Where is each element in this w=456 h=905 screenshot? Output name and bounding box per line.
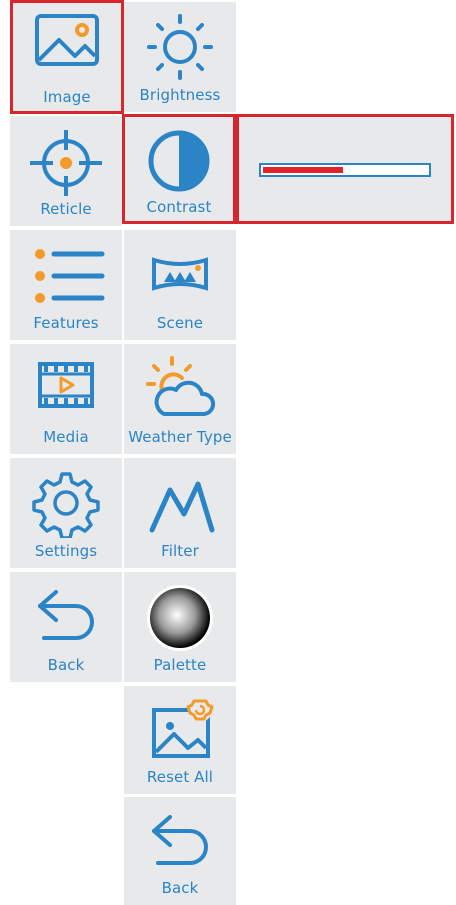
film-icon: [38, 362, 94, 408]
menu-item-contrast[interactable]: Contrast: [122, 114, 236, 224]
menu-item-features[interactable]: Features: [10, 230, 122, 340]
reset-image-icon: [152, 698, 214, 758]
menu-item-filter[interactable]: Filter: [124, 458, 236, 568]
menu-item-label: Weather Type: [128, 428, 232, 446]
weather-icon: [146, 356, 215, 416]
menu-item-palette[interactable]: Palette: [124, 572, 236, 682]
menu-item-brightness[interactable]: Brightness: [124, 2, 236, 112]
menu-item-reset-all[interactable]: Reset All: [124, 686, 236, 794]
menu-item-back-2[interactable]: Back: [124, 797, 236, 905]
menu-item-label: Contrast: [146, 198, 212, 216]
menu-item-label: Reset All: [146, 768, 214, 786]
list-icon: [35, 249, 105, 303]
menu-item-label: Palette: [153, 656, 207, 674]
sun-icon: [147, 14, 213, 80]
contrast-slider-fill: [263, 167, 343, 173]
back-arrow-icon: [152, 815, 208, 865]
menu-item-label: Back: [161, 879, 199, 897]
menu-item-label: Media: [43, 428, 89, 446]
menu-item-label: Features: [33, 314, 99, 332]
scene-icon: [152, 257, 208, 291]
menu-item-reticle[interactable]: Reticle: [10, 116, 122, 226]
menu-item-settings[interactable]: Settings: [10, 458, 122, 568]
menu-item-media[interactable]: Media: [10, 344, 122, 454]
gear-icon: [32, 472, 100, 538]
menu-item-scene[interactable]: Scene: [124, 230, 236, 340]
menu-item-label: Settings: [34, 542, 98, 560]
menu-item-label: Brightness: [139, 86, 221, 104]
menu-item-back[interactable]: Back: [10, 572, 122, 682]
menu-item-label: Back: [47, 656, 85, 674]
menu-item-label: Filter: [161, 542, 199, 560]
menu-item-image[interactable]: Image: [10, 0, 124, 114]
contrast-icon: [148, 130, 210, 192]
palette-icon: [147, 585, 213, 651]
contrast-slider[interactable]: [259, 163, 431, 177]
menu-item-label: Image: [43, 88, 91, 106]
crosshair-icon: [30, 130, 102, 196]
image-icon: [35, 14, 99, 66]
menu-item-weather-type[interactable]: Weather Type: [124, 344, 236, 454]
filter-icon: [149, 481, 215, 533]
back-arrow-icon: [38, 590, 94, 640]
contrast-slider-panel: [236, 114, 454, 224]
menu-item-label: Scene: [156, 314, 204, 332]
menu-item-label: Reticle: [40, 200, 92, 218]
